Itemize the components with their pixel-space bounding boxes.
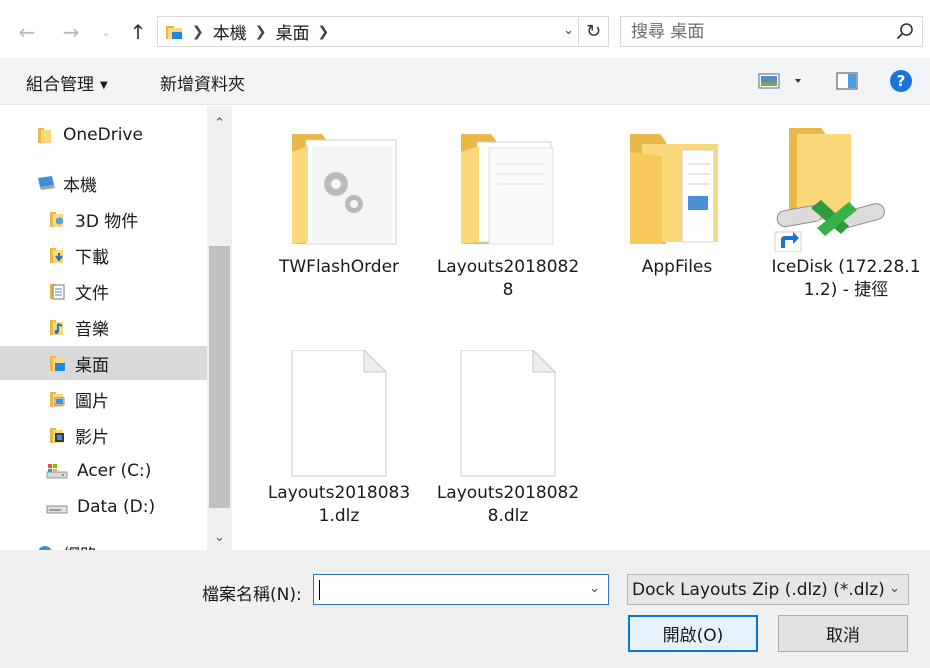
music-folder-icon xyxy=(48,318,66,336)
svg-text:?: ? xyxy=(897,72,906,90)
nav-item-label: 下載 xyxy=(75,243,109,268)
scroll-up-chevron-icon[interactable]: ⌃ xyxy=(207,110,232,136)
breadcrumb-separator-icon: ❯ xyxy=(192,24,204,40)
file-icon xyxy=(264,350,414,478)
documents-folder-icon xyxy=(48,282,66,300)
nav-item-label: Data (D:) xyxy=(77,497,155,517)
folder-settings-icon xyxy=(264,124,414,252)
filetype-value: Dock Layouts Zip (.dlz) (*.dlz) xyxy=(632,580,885,600)
file-name: TWFlashOrder xyxy=(264,256,414,279)
breadcrumb-separator-icon[interactable]: ❯ xyxy=(255,24,267,40)
pictures-folder-icon xyxy=(48,390,66,408)
file-item-appfiles[interactable]: AppFiles xyxy=(602,124,752,279)
3d-objects-folder-icon xyxy=(48,210,66,228)
network-drive-shortcut-icon xyxy=(771,124,921,252)
search-input[interactable] xyxy=(621,17,881,46)
nav-item-desktop[interactable]: 桌面 xyxy=(0,346,207,380)
nav-item-downloads[interactable]: 下載 xyxy=(0,238,207,272)
scroll-thumb[interactable] xyxy=(209,246,230,508)
nav-item-network[interactable]: 網路 xyxy=(0,536,207,550)
nav-item-label: 網路 xyxy=(63,541,97,551)
command-toolbar: 組合管理 ▼ 新增資料夾 ? xyxy=(0,58,930,105)
breadcrumb-separator-icon[interactable]: ❯ xyxy=(317,24,329,40)
scroll-down-chevron-icon[interactable]: ⌄ xyxy=(207,524,232,550)
preview-pane-icon xyxy=(836,72,858,90)
help-button[interactable]: ? xyxy=(889,69,913,98)
nav-item-label: 音樂 xyxy=(75,315,109,340)
search-box[interactable] xyxy=(620,16,923,47)
nav-item-label: 影片 xyxy=(75,423,109,448)
chevron-down-icon: ⌄ xyxy=(889,581,900,596)
file-name: Layouts20180831.dlz xyxy=(264,482,414,528)
nav-item-label: 圖片 xyxy=(75,387,109,412)
hard-drive-icon xyxy=(46,498,68,516)
nav-item-drive-c[interactable]: Acer (C:) xyxy=(0,454,207,488)
file-name: AppFiles xyxy=(602,256,752,279)
address-row: ← → ⌄ ↑ ❯ 本機 ❯ 桌面 ❯ ⌄ ↻ xyxy=(0,0,930,62)
nav-item-onedrive[interactable]: OneDrive xyxy=(0,118,207,152)
filename-combobox[interactable]: ⌄ xyxy=(313,574,609,605)
file-item-layouts20180828-dlz[interactable]: Layouts20180828.dlz xyxy=(433,350,583,528)
organize-label: 組合管理 xyxy=(26,75,94,95)
nav-item-label: 3D 物件 xyxy=(75,207,138,232)
videos-folder-icon xyxy=(48,426,66,444)
nav-item-pictures[interactable]: 圖片 xyxy=(0,382,207,416)
nav-item-3d-objects[interactable]: 3D 物件 xyxy=(0,202,207,236)
nav-item-videos[interactable]: 影片 xyxy=(0,418,207,452)
nav-item-label: 桌面 xyxy=(75,351,109,376)
preview-pane-button[interactable] xyxy=(836,72,858,95)
computer-icon xyxy=(36,174,54,192)
filetype-select[interactable]: Dock Layouts Zip (.dlz) (*.dlz) ⌄ xyxy=(627,574,909,605)
nav-item-label: Acer (C:) xyxy=(77,461,151,481)
folder-docs-icon xyxy=(602,124,752,252)
file-item-layouts20180831-dlz[interactable]: Layouts20180831.dlz xyxy=(264,350,414,528)
chevron-down-icon[interactable]: ⌄ xyxy=(589,581,600,596)
dialog-footer: 檔案名稱(N): ⌄ Dock Layouts Zip (.dlz) (*.dl… xyxy=(0,550,930,668)
desktop-folder-icon xyxy=(48,354,66,372)
nav-item-label: 本機 xyxy=(63,171,97,196)
desktop-folder-icon xyxy=(166,24,184,40)
help-icon: ? xyxy=(889,69,913,93)
address-bar[interactable]: ❯ 本機 ❯ 桌面 ❯ ⌄ ↻ xyxy=(157,16,609,47)
file-list: TWFlashOrder Layouts20180828 xyxy=(234,106,930,550)
change-view-icon xyxy=(758,72,806,90)
view-options-button[interactable] xyxy=(758,72,806,95)
breadcrumb-this-pc[interactable]: 本機 xyxy=(213,19,247,44)
nav-item-drive-d[interactable]: Data (D:) xyxy=(0,490,207,524)
file-icon xyxy=(433,350,583,478)
refresh-icon[interactable]: ↻ xyxy=(578,17,608,46)
caret-down-icon: ▼ xyxy=(100,80,108,91)
nav-item-this-pc[interactable]: 本機 xyxy=(0,166,207,200)
folder-docs-icon xyxy=(433,124,583,252)
open-button[interactable]: 開啟(O) xyxy=(628,615,758,652)
cancel-button[interactable]: 取消 xyxy=(778,615,908,652)
system-drive-icon xyxy=(46,462,68,480)
address-history-dropdown-icon[interactable]: ⌄ xyxy=(563,23,574,38)
new-folder-button[interactable]: 新增資料夾 xyxy=(160,70,245,95)
text-cursor xyxy=(319,580,320,600)
nav-scrollbar[interactable]: ⌃ ⌄ xyxy=(207,106,232,550)
nav-item-documents[interactable]: 文件 xyxy=(0,274,207,308)
back-arrow-icon[interactable]: ← xyxy=(13,18,41,46)
downloads-folder-icon xyxy=(48,246,66,264)
file-name: Layouts20180828.dlz xyxy=(433,482,583,528)
nav-item-label: 文件 xyxy=(75,279,109,304)
file-name: Layouts20180828 xyxy=(433,256,583,302)
file-item-twflashorder[interactable]: TWFlashOrder xyxy=(264,124,414,279)
nav-item-label: OneDrive xyxy=(63,125,143,145)
search-icon[interactable] xyxy=(896,22,914,40)
file-name: IceDisk (172.28.11.2) - 捷徑 xyxy=(771,256,921,302)
forward-arrow-icon[interactable]: → xyxy=(57,18,85,46)
organize-button[interactable]: 組合管理 ▼ xyxy=(26,70,108,95)
breadcrumb-desktop[interactable]: 桌面 xyxy=(275,19,309,44)
filename-label: 檔案名稱(N): xyxy=(202,580,302,605)
file-item-icedisk-shortcut[interactable]: IceDisk (172.28.11.2) - 捷徑 xyxy=(771,124,921,302)
filename-input[interactable] xyxy=(314,575,574,604)
onedrive-folder-icon xyxy=(36,126,54,144)
nav-item-music[interactable]: 音樂 xyxy=(0,310,207,344)
navigation-pane: OneDrive 本機 3D 物件 下載 文件 音樂 桌面 xyxy=(0,106,232,550)
recent-locations-chevron-icon[interactable]: ⌄ xyxy=(92,18,120,46)
file-item-layouts20180828-folder[interactable]: Layouts20180828 xyxy=(433,124,583,302)
up-arrow-icon[interactable]: ↑ xyxy=(124,18,152,46)
